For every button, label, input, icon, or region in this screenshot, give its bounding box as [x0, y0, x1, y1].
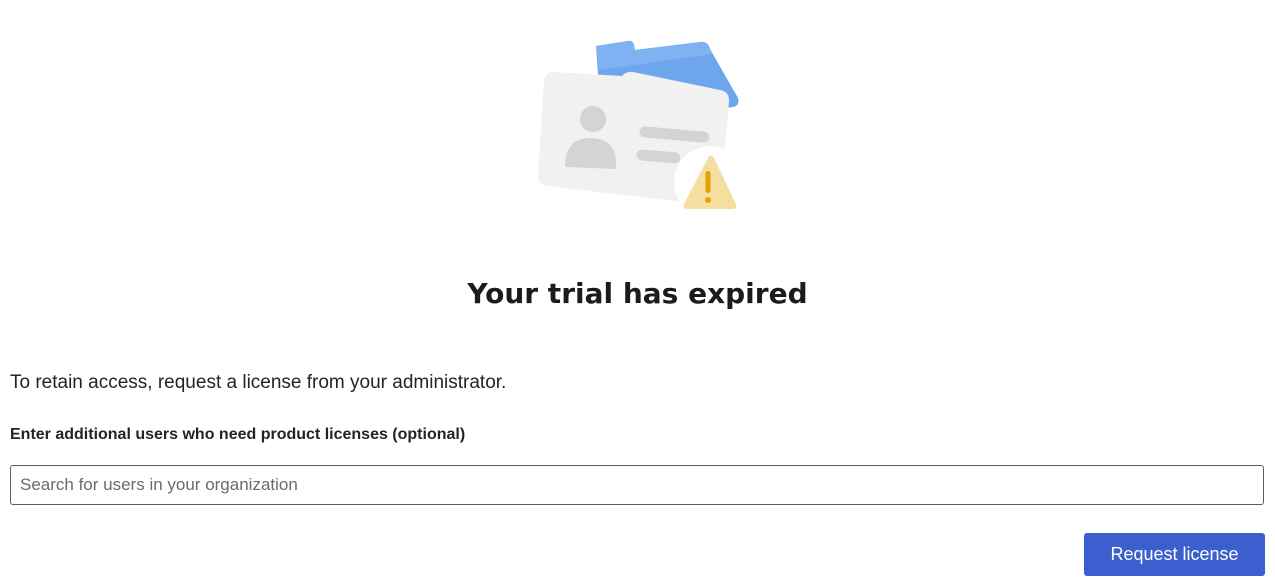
user-search-input[interactable]: [11, 466, 1263, 504]
expired-license-illustration: [530, 14, 746, 219]
page-title: Your trial has expired: [467, 277, 808, 310]
users-field-label: Enter additional users who need product …: [10, 426, 466, 443]
request-license-button[interactable]: Request license: [1084, 533, 1265, 576]
warning-icon: [674, 146, 746, 218]
expired-license-icon: [538, 40, 746, 218]
user-search-box[interactable]: [10, 465, 1264, 505]
license-description: To retain access, request a license from…: [10, 372, 507, 393]
